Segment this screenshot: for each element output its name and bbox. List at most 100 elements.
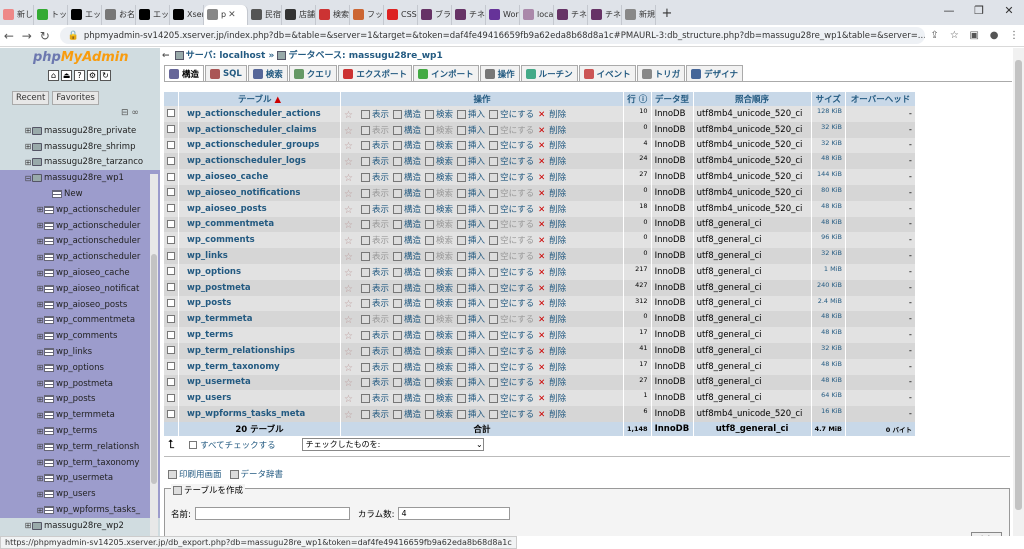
table-name-link[interactable]: wp_links (178, 248, 341, 264)
browse-action[interactable]: 表示 (361, 250, 389, 262)
favorite-action[interactable]: ☆ (344, 110, 357, 121)
table-name-link[interactable]: wp_actionscheduler_claims (178, 121, 341, 138)
empty-action[interactable]: 空にする (489, 361, 534, 373)
expand-icon[interactable]: ⊞ (24, 126, 32, 135)
size-link[interactable]: 144 KiB (811, 169, 847, 185)
table-name-link[interactable]: wp_posts (178, 295, 341, 312)
insert-action[interactable]: 挿入 (457, 187, 485, 199)
header-collation[interactable]: 照合順序 (693, 92, 812, 106)
go-button[interactable]: 実行 (970, 532, 1002, 536)
favorite-action[interactable]: ☆ (344, 220, 357, 231)
browser-tab[interactable]: local (520, 4, 554, 25)
structure-action[interactable]: 構造 (393, 361, 421, 373)
browser-tab[interactable]: 新規 (622, 4, 656, 25)
collapse-all-icon[interactable]: ⊟ ∞ (121, 108, 139, 118)
favorite-action[interactable]: ☆ (344, 268, 357, 279)
page-scrollbar[interactable] (1013, 48, 1024, 536)
menu-tab[interactable]: クエリ (288, 65, 338, 81)
structure-action[interactable]: 構造 (393, 345, 421, 357)
table-name-link[interactable]: wp_aioseo_notifications (178, 184, 341, 201)
reload-nav-icon[interactable]: ↻ (100, 70, 111, 81)
expand-icon[interactable]: ⊞ (36, 506, 44, 515)
home-icon[interactable]: ⌂ (48, 70, 59, 81)
size-link[interactable]: 48 KiB (811, 200, 847, 217)
row-checkbox[interactable] (167, 125, 175, 134)
structure-action[interactable]: 構造 (393, 218, 421, 230)
browser-tab[interactable]: お名前 (102, 4, 136, 25)
row-checkbox[interactable] (167, 393, 175, 402)
search-action[interactable]: 検索 (425, 171, 453, 183)
empty-action[interactable]: 空にする (489, 408, 534, 420)
favorite-action[interactable]: ☆ (344, 378, 357, 389)
search-action[interactable]: 検索 (425, 376, 453, 388)
search-action[interactable]: 検索 (425, 124, 453, 136)
table-name-link[interactable]: wp_actionscheduler_groups (178, 137, 341, 154)
empty-action[interactable]: 空にする (489, 392, 534, 404)
structure-action[interactable]: 構造 (393, 139, 421, 151)
insert-action[interactable]: 挿入 (457, 203, 485, 215)
browse-action[interactable]: 表示 (361, 203, 389, 215)
tab-close-icon[interactable]: ✕ (228, 10, 236, 20)
browse-action[interactable]: 表示 (361, 108, 389, 120)
insert-action[interactable]: 挿入 (457, 392, 485, 404)
size-link[interactable]: 48 KiB (811, 358, 847, 375)
empty-action[interactable]: 空にする (489, 297, 534, 309)
row-checkbox[interactable] (167, 156, 175, 165)
with-selected-select[interactable]: チェックしたものを: ⌄ (301, 438, 484, 451)
drop-action[interactable]: ✕ 削除 (538, 234, 566, 246)
expand-icon[interactable]: ⊞ (36, 474, 44, 483)
size-link[interactable]: 48 KiB (811, 374, 847, 391)
browse-action[interactable]: 表示 (361, 234, 389, 246)
sidebar-table-item[interactable]: ⊞ wp_comments (0, 328, 160, 344)
menu-tab[interactable]: 検索 (247, 65, 288, 81)
browse-action[interactable]: 表示 (361, 313, 389, 325)
row-checkbox[interactable] (167, 235, 175, 244)
search-action[interactable]: 検索 (425, 282, 453, 294)
drop-action[interactable]: ✕ 削除 (538, 187, 566, 199)
favorite-action[interactable]: ☆ (344, 236, 357, 247)
favorites-tab[interactable]: Favorites (52, 91, 99, 105)
favorite-action[interactable]: ☆ (344, 363, 357, 374)
empty-action[interactable]: 空にする (489, 155, 534, 167)
bookmark-star-icon[interactable]: ☆ (944, 30, 964, 41)
insert-action[interactable]: 挿入 (457, 218, 485, 230)
row-checkbox[interactable] (167, 314, 175, 323)
insert-action[interactable]: 挿入 (457, 297, 485, 309)
structure-action[interactable]: 構造 (393, 155, 421, 167)
insert-action[interactable]: 挿入 (457, 139, 485, 151)
expand-icon[interactable]: ⊞ (36, 427, 44, 436)
columns-count-input[interactable]: 4 (398, 507, 511, 520)
empty-action[interactable]: 空にする (489, 234, 534, 246)
insert-action[interactable]: 挿入 (457, 313, 485, 325)
menu-tab[interactable]: SQL (205, 65, 247, 81)
table-name-link[interactable]: wp_wpforms_tasks_meta (178, 406, 341, 422)
row-checkbox[interactable] (167, 109, 175, 118)
favorite-action[interactable]: ☆ (344, 284, 357, 295)
size-link[interactable]: 48 KiB (811, 311, 847, 328)
structure-action[interactable]: 構造 (393, 297, 421, 309)
sidebar-database-item[interactable]: ⊞ massugu28re_shrimp (0, 139, 160, 155)
expand-icon[interactable]: ⊞ (36, 379, 44, 388)
browse-action[interactable]: 表示 (361, 376, 389, 388)
browser-tab[interactable]: エック (136, 4, 170, 25)
profile-icon[interactable]: ● (984, 30, 1004, 41)
favorite-action[interactable]: ☆ (344, 331, 357, 342)
sidebar-table-item[interactable]: ⊞ wp_actionscheduler (0, 249, 160, 265)
empty-action[interactable]: 空にする (489, 187, 534, 199)
drop-action[interactable]: ✕ 削除 (538, 282, 566, 294)
breadcrumb-database[interactable]: データベース: massugu28re_wp1 (288, 51, 442, 61)
browse-action[interactable]: 表示 (361, 297, 389, 309)
empty-action[interactable]: 空にする (489, 282, 534, 294)
close-icon[interactable]: ✕ (994, 0, 1024, 25)
empty-action[interactable]: 空にする (489, 313, 534, 325)
browse-action[interactable]: 表示 (361, 329, 389, 341)
search-action[interactable]: 検索 (425, 108, 453, 120)
search-action[interactable]: 検索 (425, 155, 453, 167)
browse-action[interactable]: 表示 (361, 408, 389, 420)
table-name-link[interactable]: wp_users (178, 390, 341, 407)
sidebar-table-item[interactable]: ⊞ wp_termmeta (0, 407, 160, 423)
sidebar-table-item[interactable]: ⊞ wp_aioseo_posts (0, 297, 160, 313)
search-action[interactable]: 検索 (425, 234, 453, 246)
favorite-action[interactable]: ☆ (344, 299, 357, 310)
sidebar-table-item[interactable]: ⊞ wp_options (0, 360, 160, 376)
